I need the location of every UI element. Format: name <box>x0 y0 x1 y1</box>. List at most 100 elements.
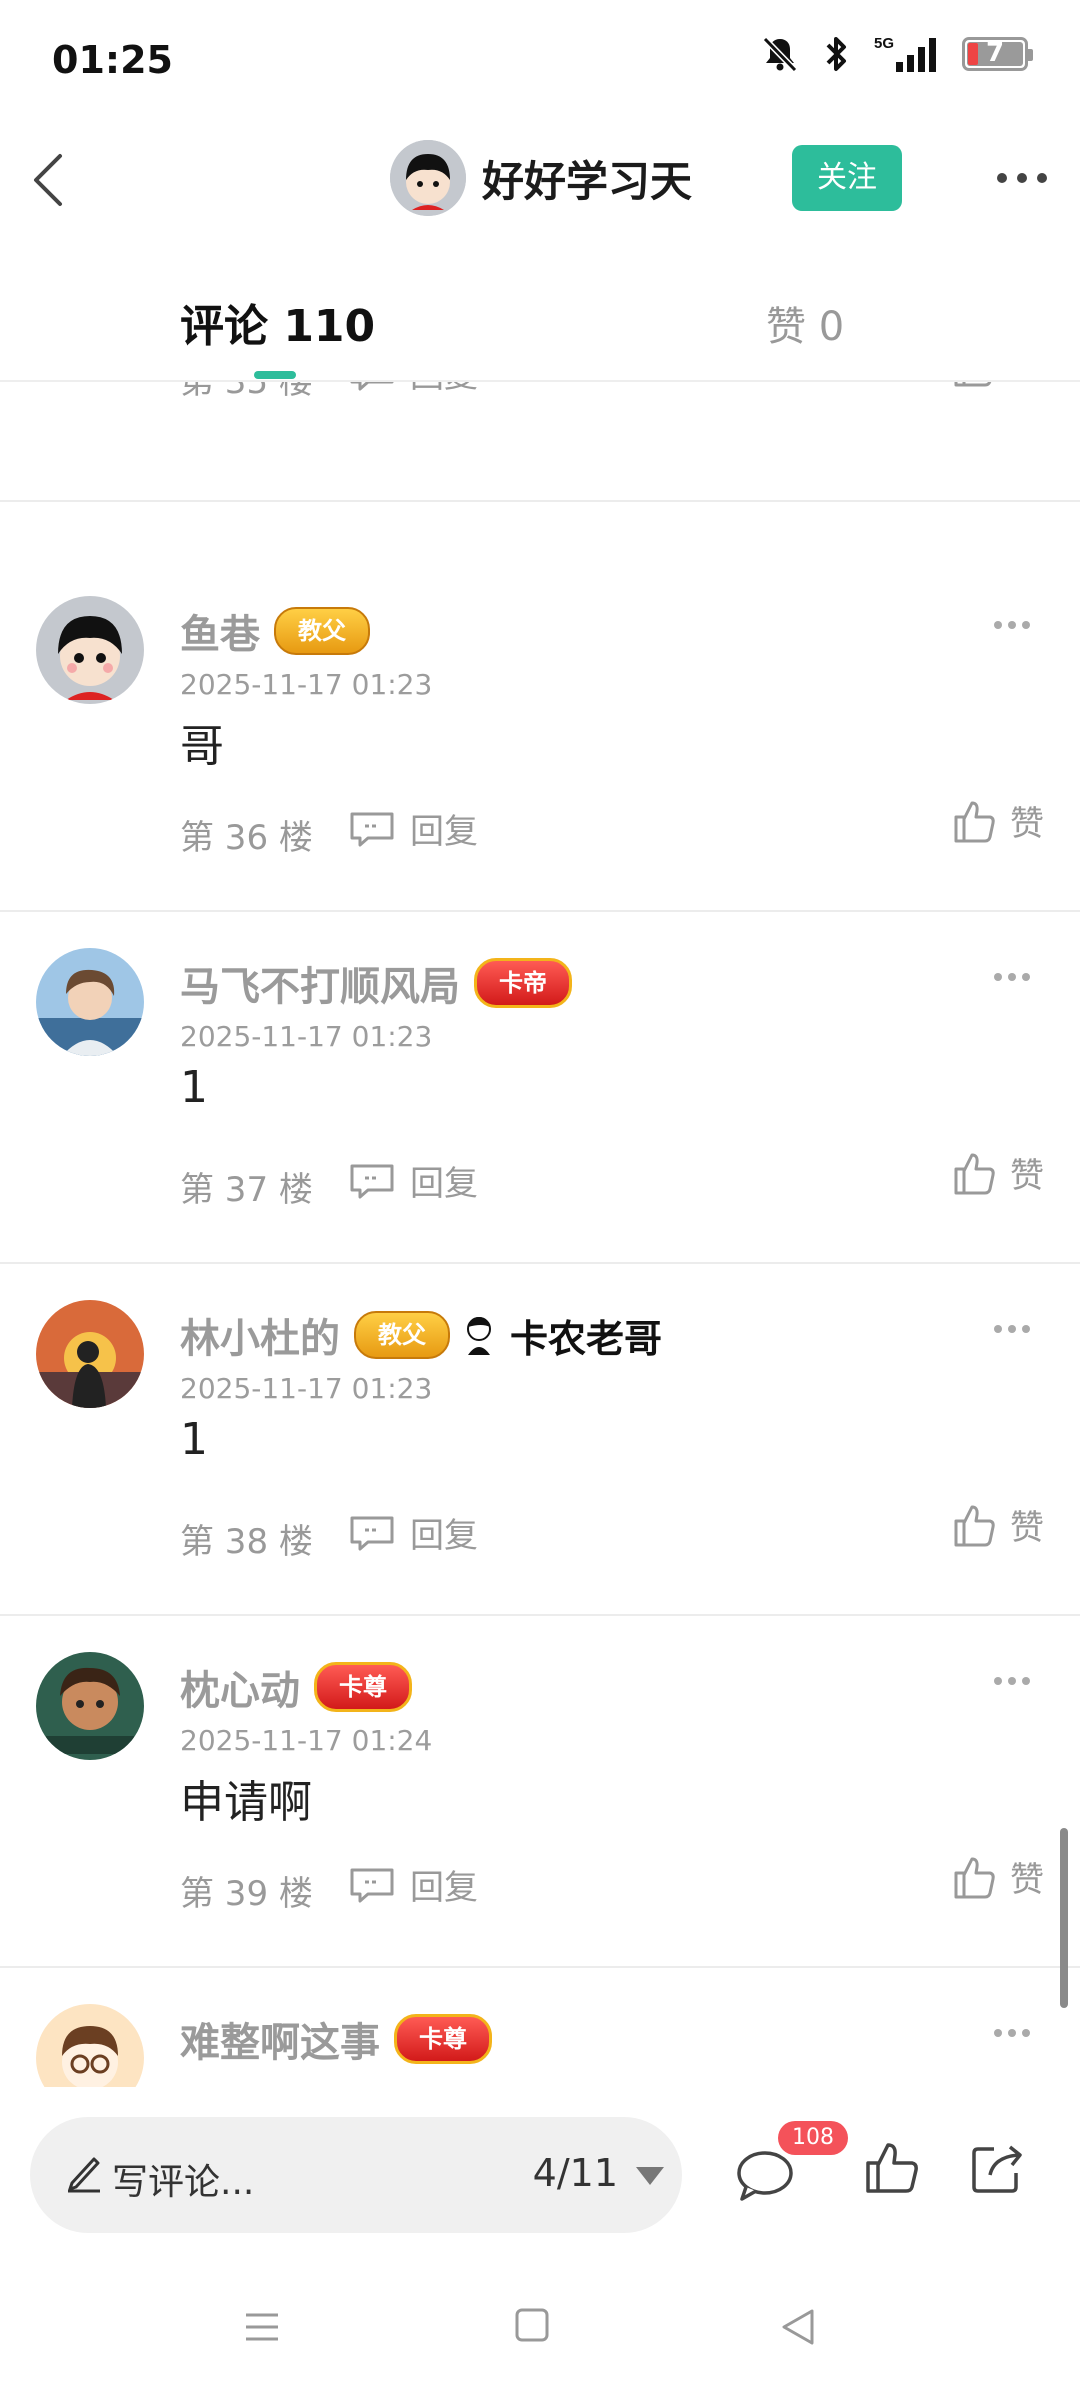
like-label: 赞 <box>1010 1156 1044 1196</box>
comment-text: 1 <box>180 1062 208 1113</box>
username[interactable]: 鱼巷 教父 <box>180 602 370 660</box>
user-tag: 卡农老哥 <box>510 1316 663 1361</box>
reply-label: 回复 <box>410 812 478 852</box>
active-tab-indicator <box>254 371 296 379</box>
reply-button[interactable]: 回复 <box>348 804 478 853</box>
bluetooth-icon <box>826 37 846 71</box>
like-button[interactable]: 赞 <box>950 1852 1044 1901</box>
tab-likes[interactable]: 赞 0 <box>766 294 844 352</box>
comment-time: 2025-11-17 01:23 <box>180 1372 433 1405</box>
reply-label: 回复 <box>410 1516 478 1556</box>
username[interactable]: 枕心动 卡尊 <box>180 1658 412 1716</box>
tab-comments[interactable]: 评论 110 <box>180 290 375 354</box>
rank-badge: 卡尊 <box>394 2014 492 2064</box>
reply-button[interactable]: 回复 <box>348 382 478 397</box>
reply-button[interactable]: 回复 <box>348 1860 478 1909</box>
like-label: 赞 <box>1010 1508 1044 1548</box>
more-options-icon[interactable] <box>992 158 1052 198</box>
user-name[interactable]: 林小杜的 <box>180 1306 340 1364</box>
recent-apps-icon[interactable] <box>242 2307 282 2347</box>
comment-item: 难整啊这事 卡尊 <box>0 1968 1080 2087</box>
comment-more-icon[interactable] <box>992 970 1032 984</box>
floor-number: 第 38 楼 <box>180 1522 313 1562</box>
user-avatar[interactable] <box>36 596 144 704</box>
back-arrow-icon[interactable] <box>26 150 76 210</box>
follow-button[interactable]: 关注 <box>792 145 902 211</box>
thumb-up-icon <box>954 1153 995 1194</box>
bottom-action-bar: 写评论... 4/11 108 <box>0 2087 1080 2267</box>
reply-button[interactable]: 回复 <box>348 1508 478 1557</box>
like-button[interactable]: 赞 <box>950 796 1044 845</box>
user-name[interactable]: 难整啊这事 <box>180 2010 380 2068</box>
thumb-up-icon <box>954 1505 995 1546</box>
like-button[interactable]: 赞 <box>950 1500 1044 1549</box>
user-avatar[interactable] <box>36 1652 144 1760</box>
reply-icon <box>350 1516 394 1550</box>
emoji-face-icon <box>467 1317 491 1355</box>
rank-badge: 教父 <box>274 607 370 655</box>
thumb-up-icon <box>954 1857 995 1898</box>
reply-label: 回复 <box>410 382 478 397</box>
like-label: 赞 <box>1010 382 1044 389</box>
pen-icon <box>68 2157 100 2193</box>
owner-avatar[interactable] <box>390 140 466 216</box>
user-avatar[interactable] <box>36 2004 144 2087</box>
comment-more-icon[interactable] <box>992 2026 1032 2040</box>
comment-item: 马飞不打顺风局 卡帝 2025-11-17 01:23 1 第 37 楼 回复 … <box>0 912 1080 1264</box>
like-button[interactable]: 赞 <box>950 1148 1044 1197</box>
reply-label: 回复 <box>410 1868 478 1908</box>
post-owner[interactable]: 好好学习天 <box>390 140 692 216</box>
owner-name[interactable]: 好好学习天 <box>482 148 692 209</box>
reply-icon <box>350 1164 394 1198</box>
comment-text: 哥 <box>180 721 224 772</box>
thumb-up-icon[interactable] <box>862 2137 922 2197</box>
status-time: 01:25 <box>52 38 173 82</box>
user-name[interactable]: 马飞不打顺风局 <box>180 954 460 1012</box>
floor-number: 第 36 楼 <box>180 818 313 858</box>
username[interactable]: 难整啊这事 卡尊 <box>180 2010 492 2068</box>
user-avatar[interactable] <box>36 1300 144 1408</box>
username[interactable]: 林小杜的 教父 卡农老哥 <box>180 1306 662 1364</box>
comments-icon[interactable] <box>734 2145 796 2203</box>
floor-number: 第 37 楼 <box>180 1170 313 1210</box>
comment-item: 来了 第 35 楼 回复 赞 <box>0 382 1080 502</box>
comment-count-badge: 108 <box>778 2121 848 2155</box>
comment-text: 申请啊 <box>180 1777 312 1828</box>
write-comment-placeholder: 写评论... <box>112 2162 255 2203</box>
comment-more-icon[interactable] <box>992 618 1032 632</box>
home-icon[interactable] <box>514 2307 550 2343</box>
mute-bell-icon <box>762 36 798 73</box>
comment-time: 2025-11-17 01:23 <box>180 1020 433 1053</box>
comment-item: 林小杜的 教父 卡农老哥 2025-11-17 01:23 1 第 38 楼 回… <box>0 1264 1080 1616</box>
app-header: 好好学习天 关注 <box>0 120 1080 240</box>
like-button[interactable]: 赞 <box>950 382 1044 389</box>
svg-text:5G: 5G <box>874 35 894 52</box>
share-icon[interactable] <box>968 2139 1028 2197</box>
comment-more-icon[interactable] <box>992 1322 1032 1336</box>
user-avatar[interactable] <box>36 948 144 1056</box>
comment-list[interactable]: 来了 第 35 楼 回复 赞 鱼巷 教父 2025-11-17 01:2 <box>0 382 1080 2087</box>
reply-icon <box>350 1868 394 1902</box>
nav-back-icon[interactable] <box>780 2307 816 2347</box>
rank-badge: 卡尊 <box>314 1662 412 1712</box>
write-comment-input[interactable]: 写评论... 4/11 <box>30 2117 682 2233</box>
comment-time: 2025-11-17 01:24 <box>180 1724 433 1757</box>
comment-item: 枕心动 卡尊 2025-11-17 01:24 申请啊 第 39 楼 回复 赞 <box>0 1616 1080 1968</box>
thumb-up-icon <box>954 382 992 386</box>
page-indicator[interactable]: 4/11 <box>533 2151 618 2195</box>
user-name[interactable]: 鱼巷 <box>180 602 260 660</box>
reply-button[interactable]: 回复 <box>348 1156 478 1205</box>
status-icons: 5G 7 <box>760 34 1033 74</box>
battery-level: 7 <box>985 38 1005 68</box>
rank-badge: 卡帝 <box>474 958 572 1008</box>
username[interactable]: 马飞不打顺风局 卡帝 <box>180 954 572 1012</box>
user-name[interactable]: 枕心动 <box>180 1658 300 1716</box>
signal-5g-icon: 5G <box>874 35 936 72</box>
comment-item: 鱼巷 教父 2025-11-17 01:23 哥 第 36 楼 回复 赞 <box>0 560 1080 912</box>
battery-icon: 7 <box>962 37 1033 71</box>
floor-number: 第 39 楼 <box>180 1874 313 1914</box>
scrollbar[interactable] <box>1060 1828 1068 2008</box>
page-dropdown-icon[interactable] <box>636 2167 664 2185</box>
comment-text: 1 <box>180 1414 208 1465</box>
comment-more-icon[interactable] <box>992 1674 1032 1688</box>
